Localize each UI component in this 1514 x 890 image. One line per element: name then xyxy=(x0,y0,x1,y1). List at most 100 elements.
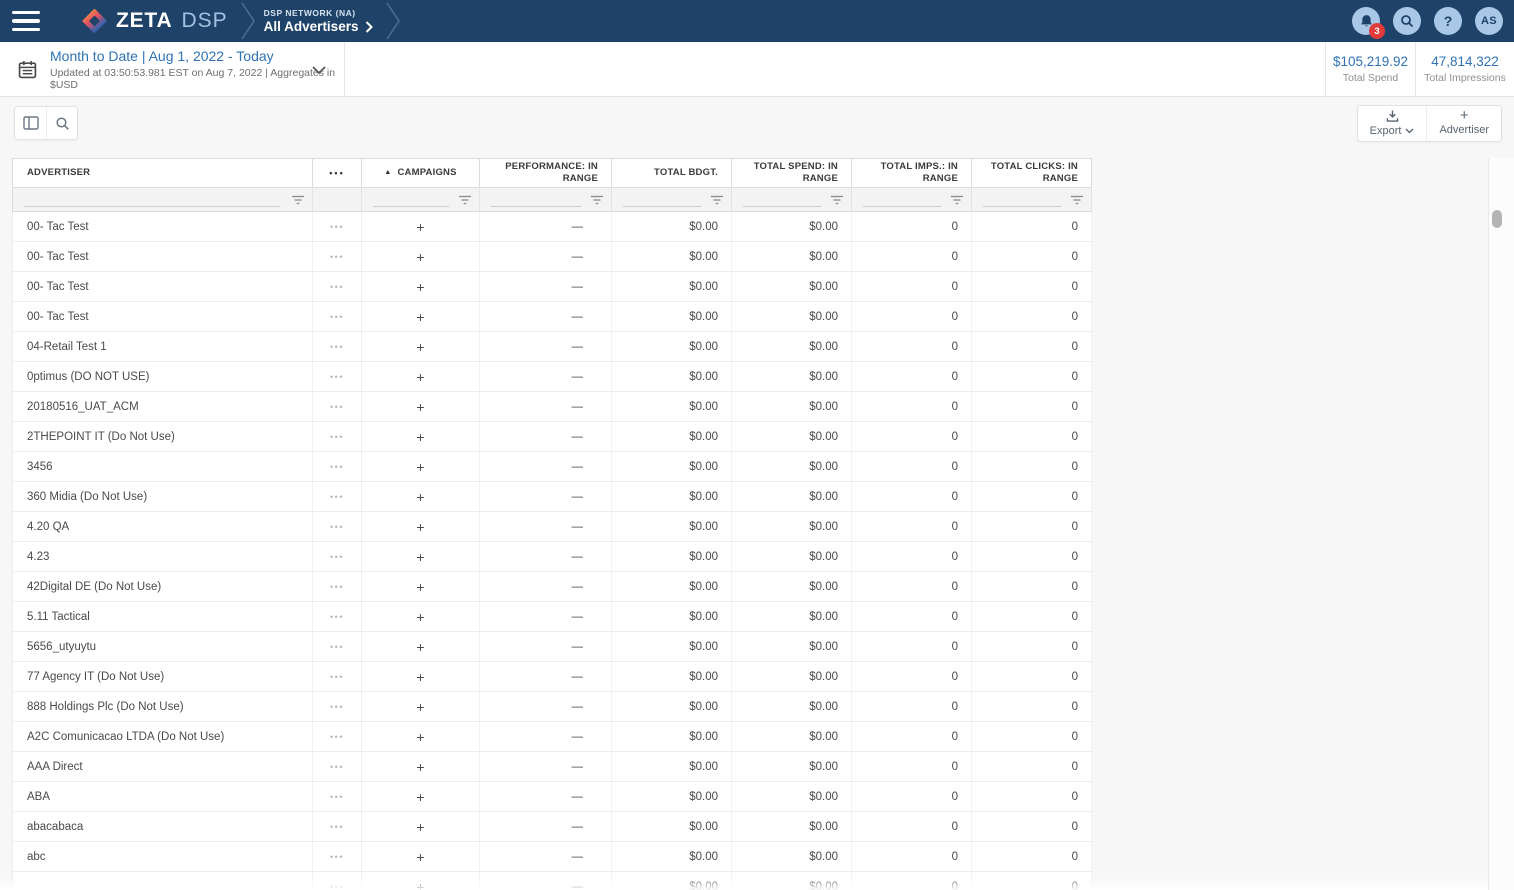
column-header-total-budget[interactable]: TOTAL BDGT. xyxy=(612,159,732,187)
row-menu-icon[interactable]: ••• xyxy=(330,642,344,652)
expand-campaigns-icon[interactable]: + xyxy=(416,249,424,265)
filter-icon[interactable] xyxy=(710,195,724,205)
notifications-button[interactable]: 3 xyxy=(1352,7,1380,35)
expand-campaigns-icon[interactable]: + xyxy=(416,609,424,625)
column-header-total-impressions[interactable]: TOTAL IMPS.: IN RANGE xyxy=(852,159,972,187)
advertiser-filter-input[interactable] xyxy=(24,206,280,207)
column-header-menu[interactable]: ••• xyxy=(313,159,362,187)
row-menu-icon[interactable]: ••• xyxy=(330,702,344,712)
row-menu-icon[interactable]: ••• xyxy=(330,462,344,472)
advertiser-name-cell[interactable]: AAA Direct xyxy=(12,752,313,781)
column-header-total-clicks[interactable]: TOTAL CLICKS: IN RANGE xyxy=(972,159,1092,187)
advertiser-name-cell[interactable]: 00- Tac Test xyxy=(12,302,313,331)
filter-icon[interactable] xyxy=(291,195,305,205)
row-menu-icon[interactable]: ••• xyxy=(330,612,344,622)
advertiser-name-cell[interactable]: A2C Comunicacao LTDA (Do Not Use) xyxy=(12,722,313,751)
scrollbar-thumb[interactable] xyxy=(1492,210,1502,228)
advertiser-name-cell[interactable]: 4.20 QA xyxy=(12,512,313,541)
column-header-advertiser[interactable]: ADVERTISER xyxy=(12,159,313,187)
advertiser-name-cell[interactable]: abacabaca xyxy=(12,812,313,841)
expand-campaigns-icon[interactable]: + xyxy=(416,579,424,595)
menu-icon[interactable] xyxy=(12,11,40,31)
filter-icon[interactable] xyxy=(458,195,472,205)
expand-campaigns-icon[interactable]: + xyxy=(416,489,424,505)
column-header-total-spend[interactable]: TOTAL SPEND: IN RANGE xyxy=(732,159,852,187)
advertiser-name-cell[interactable]: 04-Retail Test 1 xyxy=(12,332,313,361)
expand-campaigns-icon[interactable]: + xyxy=(416,789,424,805)
add-advertiser-button[interactable]: + Advertiser xyxy=(1426,106,1501,141)
filter-icon[interactable] xyxy=(950,195,964,205)
expand-campaigns-icon[interactable]: + xyxy=(416,669,424,685)
advertiser-name-cell[interactable]: 0ptimus (DO NOT USE) xyxy=(12,362,313,391)
row-menu-icon[interactable]: ••• xyxy=(330,282,344,292)
expand-campaigns-icon[interactable]: + xyxy=(416,549,424,565)
breadcrumb[interactable]: DSP NETWORK (NA) All Advertisers xyxy=(264,8,374,34)
expand-campaigns-icon[interactable]: + xyxy=(416,729,424,745)
filter-icon[interactable] xyxy=(1070,195,1084,205)
row-menu-icon[interactable]: ••• xyxy=(330,822,344,832)
expand-campaigns-icon[interactable]: + xyxy=(416,699,424,715)
expand-campaigns-icon[interactable]: + xyxy=(416,459,424,475)
advertiser-name-cell[interactable]: 20180516_UAT_ACM xyxy=(12,392,313,421)
filter-icon[interactable] xyxy=(830,195,844,205)
help-button[interactable]: ? xyxy=(1434,7,1462,35)
row-menu-icon[interactable]: ••• xyxy=(330,792,344,802)
zeta-dsp-logo[interactable]: ZETA DSP xyxy=(82,9,228,34)
row-menu-icon[interactable]: ••• xyxy=(330,852,344,862)
filter-icon[interactable] xyxy=(590,195,604,205)
clicks-filter-input[interactable] xyxy=(983,206,1061,207)
column-settings-button[interactable] xyxy=(15,107,46,139)
search-button[interactable] xyxy=(1393,7,1421,35)
expand-campaigns-icon[interactable]: + xyxy=(416,639,424,655)
advertiser-name-cell[interactable]: 00- Tac Test xyxy=(12,212,313,241)
expand-campaigns-icon[interactable]: + xyxy=(416,879,424,890)
expand-campaigns-icon[interactable]: + xyxy=(416,279,424,295)
advertiser-name-cell[interactable]: 3456 xyxy=(12,452,313,481)
spend-filter-input[interactable] xyxy=(743,206,821,207)
row-menu-icon[interactable]: ••• xyxy=(330,432,344,442)
advertiser-name-cell[interactable]: 360 Midia (Do Not Use) xyxy=(12,482,313,511)
performance-filter-input[interactable] xyxy=(491,206,581,207)
budget-filter-input[interactable] xyxy=(623,206,701,207)
advertiser-name-cell[interactable]: 42Digital DE (Do Not Use) xyxy=(12,572,313,601)
grid-search-button[interactable] xyxy=(46,107,77,139)
expand-campaigns-icon[interactable]: + xyxy=(416,219,424,235)
expand-campaigns-icon[interactable]: + xyxy=(416,429,424,445)
advertiser-name-cell[interactable]: ABA xyxy=(12,782,313,811)
row-menu-icon[interactable]: ••• xyxy=(330,882,344,890)
date-range-picker[interactable]: Month to Date | Aug 1, 2022 - Today Upda… xyxy=(0,42,345,96)
expand-campaigns-icon[interactable]: + xyxy=(416,309,424,325)
row-menu-icon[interactable]: ••• xyxy=(330,762,344,772)
row-menu-icon[interactable]: ••• xyxy=(330,402,344,412)
row-menu-icon[interactable]: ••• xyxy=(330,372,344,382)
row-menu-icon[interactable]: ••• xyxy=(330,222,344,232)
impressions-filter-input[interactable] xyxy=(863,206,941,207)
row-menu-icon[interactable]: ••• xyxy=(330,522,344,532)
export-button[interactable]: Export xyxy=(1358,106,1427,141)
row-menu-icon[interactable]: ••• xyxy=(330,252,344,262)
expand-campaigns-icon[interactable]: + xyxy=(416,849,424,865)
advertiser-name-cell[interactable]: 2THEPOINT IT (Do Not Use) xyxy=(12,422,313,451)
advertiser-name-cell[interactable]: 888 Holdings Plc (Do Not Use) xyxy=(12,692,313,721)
column-header-campaigns[interactable]: ▲ CAMPAIGNS xyxy=(362,159,480,187)
advertiser-name-cell[interactable]: 4.23 xyxy=(12,542,313,571)
advertiser-name-cell[interactable]: 00- Tac Test xyxy=(12,242,313,271)
advertiser-name-cell[interactable]: 00- Tac Test xyxy=(12,272,313,301)
advertiser-name-cell[interactable]: 5.11 Tactical xyxy=(12,602,313,631)
expand-campaigns-icon[interactable]: + xyxy=(416,369,424,385)
row-menu-icon[interactable]: ••• xyxy=(330,582,344,592)
advertiser-name-cell[interactable]: 5656_utyuytu xyxy=(12,632,313,661)
expand-campaigns-icon[interactable]: + xyxy=(416,759,424,775)
vertical-scrollbar[interactable] xyxy=(1488,158,1514,890)
expand-campaigns-icon[interactable]: + xyxy=(416,819,424,835)
user-avatar[interactable]: AS xyxy=(1475,7,1503,35)
row-menu-icon[interactable]: ••• xyxy=(330,492,344,502)
row-menu-icon[interactable]: ••• xyxy=(330,312,344,322)
column-header-performance[interactable]: PERFORMANCE: IN RANGE xyxy=(480,159,612,187)
row-menu-icon[interactable]: ••• xyxy=(330,732,344,742)
row-menu-icon[interactable]: ••• xyxy=(330,342,344,352)
row-menu-icon[interactable]: ••• xyxy=(330,552,344,562)
expand-campaigns-icon[interactable]: + xyxy=(416,339,424,355)
advertiser-name-cell[interactable]: abc xyxy=(12,842,313,871)
expand-campaigns-icon[interactable]: + xyxy=(416,399,424,415)
